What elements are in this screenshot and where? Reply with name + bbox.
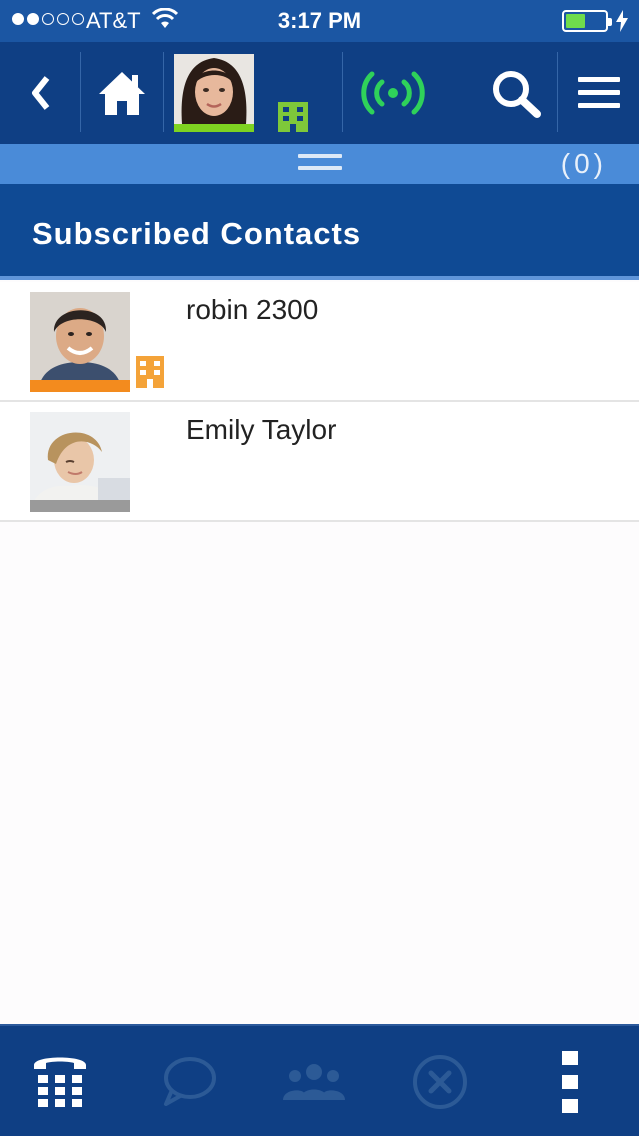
office-building-icon — [136, 354, 164, 393]
tab-close[interactable] — [380, 1026, 500, 1136]
chat-bubble-icon — [164, 1057, 216, 1106]
clock-time: 3:17 PM — [277, 8, 362, 33]
tab-chat[interactable] — [130, 1026, 250, 1136]
tab-contacts[interactable] — [254, 1026, 374, 1136]
home-button[interactable] — [81, 42, 163, 144]
drawer-grip-handle[interactable] — [298, 154, 342, 174]
contact-avatar — [30, 412, 130, 512]
more-vertical-icon — [562, 1051, 578, 1113]
menu-icon — [577, 77, 620, 108]
dialpad-phone-icon — [34, 1057, 86, 1107]
top-toolbar — [0, 42, 639, 144]
search-icon — [493, 71, 541, 118]
home-icon — [99, 72, 145, 115]
presence-status-bar — [30, 380, 130, 392]
back-chevron-icon — [32, 76, 50, 110]
back-button[interactable] — [0, 42, 80, 144]
contacts-group-icon — [283, 1064, 345, 1100]
tab-dialpad[interactable] — [0, 1026, 120, 1136]
app-screen: AT&T 3:17 PM (0) Subscribed Contacts rob… — [0, 0, 639, 1136]
contact-list: robin 2300 Emily Taylor — [0, 282, 639, 522]
presence-status-bar — [30, 500, 130, 512]
more-options-button[interactable] — [520, 1026, 620, 1136]
contact-name: robin 2300 — [186, 294, 319, 325]
broadcast-signal-icon — [361, 71, 425, 115]
list-item[interactable]: Emily Taylor — [0, 402, 639, 522]
battery-icon — [562, 10, 612, 32]
my-presence-bar — [174, 124, 254, 132]
office-building-icon — [278, 100, 308, 137]
notification-count: (0) — [560, 148, 607, 179]
drawer-handle-bar: (0) — [0, 144, 639, 184]
section-header: Subscribed Contacts — [0, 184, 639, 280]
menu-button[interactable] — [558, 42, 639, 144]
contact-name: Emily Taylor — [186, 414, 337, 445]
charging-bolt-icon — [616, 10, 628, 37]
close-circle-icon — [413, 1055, 467, 1109]
connection-status-button[interactable] — [343, 42, 443, 144]
page-title: Subscribed Contacts — [32, 216, 362, 251]
my-avatar[interactable] — [174, 54, 254, 132]
bottom-tab-bar — [0, 1024, 639, 1136]
contact-avatar — [30, 292, 130, 392]
list-item[interactable]: robin 2300 — [0, 282, 639, 402]
search-button[interactable] — [476, 42, 556, 144]
status-bar: AT&T 3:17 PM — [0, 0, 639, 42]
